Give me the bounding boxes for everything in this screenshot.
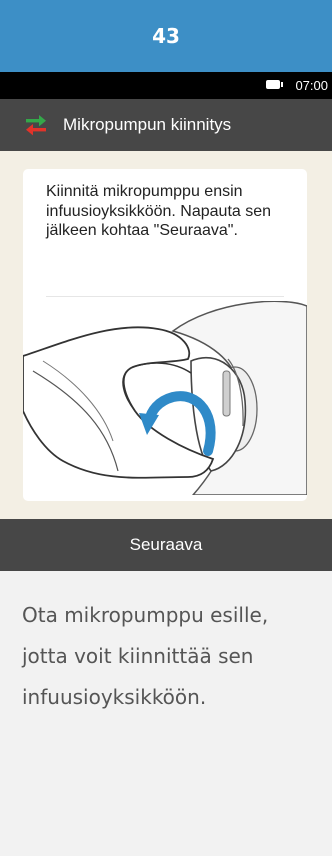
device-screen: 07:00 Mikropumpun kiinnitys Kiinnitä mik… <box>0 72 332 571</box>
step-number: 43 <box>152 24 180 48</box>
battery-icon <box>266 80 283 89</box>
screen-title: Mikropumpun kiinnitys <box>63 115 232 134</box>
next-button[interactable]: Seuraava <box>0 519 332 571</box>
explanation-panel: Ota mikropumppu esille, jotta voit kiinn… <box>0 571 332 856</box>
divider <box>46 296 284 297</box>
step-number-header: 43 <box>0 0 332 72</box>
instruction-card: Kiinnitä mikropumppu ensin infuusioyksik… <box>23 169 307 501</box>
screen-title-bar: Mikropumpun kiinnitys <box>0 99 332 151</box>
swap-arrows-icon <box>26 115 46 136</box>
status-bar: 07:00 <box>0 72 332 99</box>
instruction-text: Kiinnitä mikropumppu ensin infuusioyksik… <box>46 183 272 239</box>
status-time: 07:00 <box>295 78 328 93</box>
hand-attaching-micropump-illustration <box>23 301 307 495</box>
explanation-text: Ota mikropumppu esille, jotta voit kiinn… <box>22 603 269 709</box>
